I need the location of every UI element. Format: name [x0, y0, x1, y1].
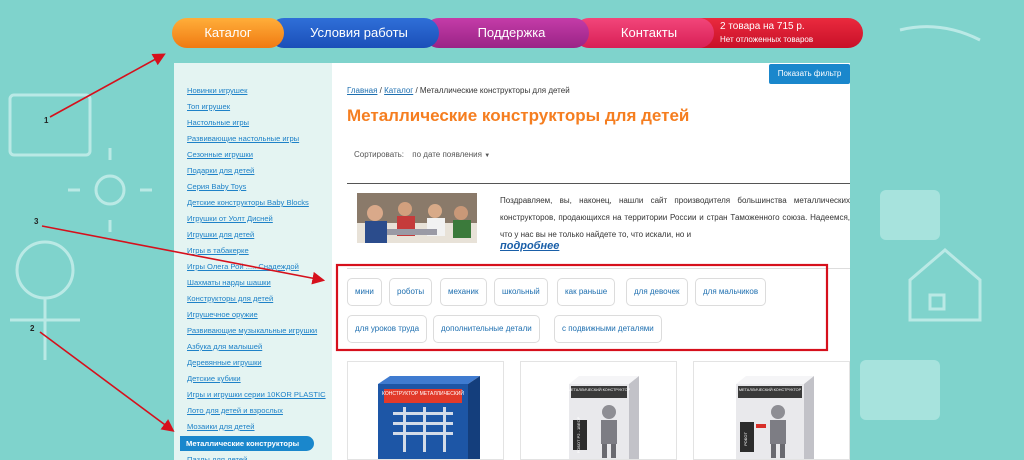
- tag-button[interactable]: механик: [440, 278, 487, 306]
- content-area: Показать фильтр Главная / Каталог / Мета…: [332, 63, 850, 460]
- tag-button[interactable]: мини: [347, 278, 382, 306]
- page-title: Металлические конструкторы для детей: [347, 106, 690, 125]
- sort-control: Сортировать: по дате появления ▼: [354, 150, 490, 159]
- category-sidebar: Новинки игрушек Топ игрушек Настольные и…: [174, 63, 332, 460]
- sidebar-item[interactable]: Азбука для малышей: [174, 339, 332, 355]
- annotation-arrow-2: [39, 331, 175, 432]
- sidebar-item[interactable]: Мозаики для детей: [174, 419, 332, 435]
- breadcrumb-separator: /: [413, 86, 420, 95]
- sidebar-item[interactable]: Настольные игры: [174, 115, 332, 131]
- sidebar-item[interactable]: Деревянные игрушки: [174, 355, 332, 371]
- cart-summary: 2 товара на 715 р.: [720, 21, 805, 32]
- breadcrumb-catalog[interactable]: Каталог: [384, 86, 413, 95]
- sidebar-item[interactable]: Детские конструкторы Baby Blocks: [174, 195, 332, 211]
- sort-value: по дате появления: [412, 150, 482, 159]
- nav-terms[interactable]: Условия работы: [269, 18, 439, 48]
- thin-divider: [347, 268, 850, 269]
- tag-button[interactable]: школьный: [494, 278, 548, 306]
- annotation-label-3: 3: [34, 217, 39, 226]
- product-card[interactable]: МЕТАЛЛИЧЕСКИЙ КОНСТРУКТОР РОБОТ: [693, 361, 850, 460]
- product-card[interactable]: МЕТАЛЛИЧЕСКИЙ КОНСТРУКТОР РОБОТ Р2 - 1ВЕ…: [520, 361, 677, 460]
- tag-button[interactable]: роботы: [389, 278, 433, 306]
- tag-button[interactable]: с подвижными деталями: [554, 315, 662, 343]
- intro-photo: [357, 193, 477, 243]
- product-box-title: МЕТАЛЛИЧЕСКИЙ КОНСТРУКТОР: [568, 388, 631, 392]
- sidebar-item[interactable]: Сезонные игрушки: [174, 147, 332, 163]
- tag-button[interactable]: для уроков труда: [347, 315, 428, 343]
- sidebar-item[interactable]: Детские кубики: [174, 371, 332, 387]
- cart-widget[interactable]: 2 товара на 715 р. Нет отложенных товаро…: [692, 18, 863, 48]
- annotation-label-1: 1: [44, 116, 49, 125]
- product-box-title: МЕТАЛЛИЧЕСКИЙ КОНСТРУКТОР: [739, 388, 802, 392]
- sidebar-item[interactable]: Пазлы для детей: [174, 452, 332, 460]
- sidebar-item[interactable]: Топ игрушек: [174, 99, 332, 115]
- sidebar-item[interactable]: Новинки игрушек: [174, 83, 332, 99]
- tag-button[interactable]: для мальчиков: [695, 278, 767, 306]
- read-more-link[interactable]: подробнее: [500, 240, 559, 252]
- show-filter-button[interactable]: Показать фильтр: [769, 64, 850, 84]
- sidebar-item[interactable]: Развивающие музыкальные игрушки: [174, 323, 332, 339]
- breadcrumb-home[interactable]: Главная: [347, 86, 377, 95]
- tag-button[interactable]: как раньше: [557, 278, 616, 306]
- intro-text: Поздравляем, вы, наконец, нашли сайт про…: [500, 196, 850, 239]
- sidebar-item[interactable]: Игры Олега Рой ..... Снадеждой: [174, 259, 332, 275]
- tag-button[interactable]: для девочек: [626, 278, 688, 306]
- breadcrumb: Главная / Каталог / Металлические констр…: [347, 86, 570, 95]
- section-divider: [347, 183, 850, 184]
- sidebar-item[interactable]: Игрушки от Уолт Дисней: [174, 211, 332, 227]
- product-grid: КОНСТРУКТОР МЕТАЛЛИЧЕСКИЙ МЕТАЛЛИЧЕСКИЙ …: [347, 361, 850, 460]
- annotation-label-2: 2: [30, 324, 35, 333]
- sidebar-item[interactable]: Шахматы нарды шашки: [174, 275, 332, 291]
- nav-support[interactable]: Поддержка: [424, 18, 589, 48]
- sidebar-item[interactable]: Игрушечное оружие: [174, 307, 332, 323]
- annotation-arrow-1: [49, 53, 166, 118]
- caret-down-icon: ▼: [484, 153, 491, 159]
- product-box-image: МЕТАЛЛИЧЕСКИЙ КОНСТРУКТОР РОБОТ: [736, 376, 814, 459]
- product-box-sub: РОБОТ Р2 - 1ВЕОР: [576, 416, 581, 453]
- product-box-image: КОНСТРУКТОР МЕТАЛЛИЧЕСКИЙ: [378, 376, 480, 459]
- sort-label: Сортировать:: [354, 150, 405, 159]
- tag-button[interactable]: дополнительные детали: [433, 315, 540, 343]
- product-box-title: КОНСТРУКТОР МЕТАЛЛИЧЕСКИЙ: [382, 389, 464, 397]
- sidebar-item-active[interactable]: Металлические конструкторы: [180, 436, 314, 451]
- sidebar-item[interactable]: Серия Baby Toys: [174, 179, 332, 195]
- product-box-sub: РОБОТ: [743, 432, 748, 446]
- sidebar-item[interactable]: Подарки для детей: [174, 163, 332, 179]
- main-panel: Новинки игрушек Топ игрушек Настольные и…: [174, 63, 850, 460]
- sidebar-item[interactable]: Игры в табакерке: [174, 243, 332, 259]
- product-card[interactable]: КОНСТРУКТОР МЕТАЛЛИЧЕСКИЙ: [347, 361, 504, 460]
- sidebar-item[interactable]: Развивающие настольные игры: [174, 131, 332, 147]
- sidebar-item[interactable]: Лото для детей и взрослых: [174, 403, 332, 419]
- sort-dropdown[interactable]: по дате появления ▼: [412, 150, 490, 159]
- nav-contacts[interactable]: Контакты: [574, 18, 714, 48]
- product-box-image: МЕТАЛЛИЧЕСКИЙ КОНСТРУКТОР РОБОТ Р2 - 1ВЕ…: [568, 376, 639, 459]
- breadcrumb-current: Металлические конструкторы для детей: [419, 86, 570, 95]
- sidebar-item[interactable]: Игрушки для детей: [174, 227, 332, 243]
- main-nav: Каталог Условия работы Поддержка Контакт…: [172, 18, 714, 48]
- sidebar-item[interactable]: Игры и игрушки серии 10KOR PLASTIC: [174, 387, 332, 403]
- nav-catalog[interactable]: Каталог: [172, 18, 284, 48]
- cart-deferred: Нет отложенных товаров: [720, 35, 814, 44]
- sidebar-item[interactable]: Конструкторы для детей: [174, 291, 332, 307]
